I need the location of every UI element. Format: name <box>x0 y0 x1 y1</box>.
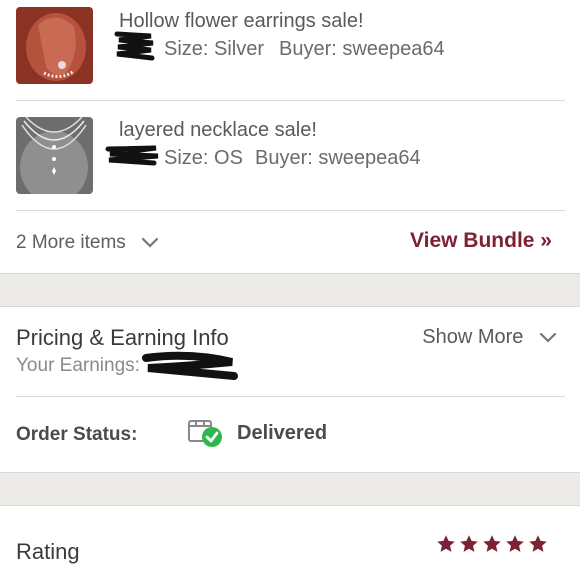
box-delivered-icon <box>188 420 222 447</box>
rating-label: Rating <box>16 539 80 564</box>
show-more-label: Show More <box>422 326 524 348</box>
redaction-mark <box>105 145 159 166</box>
item-title[interactable]: layered necklace sale! <box>119 119 317 142</box>
earnings-label: Your Earnings: <box>16 355 140 376</box>
item-size: Size: OS <box>164 147 243 169</box>
order-status-value: Delivered <box>237 422 328 444</box>
star-icon <box>437 535 455 552</box>
more-items-label: 2 More items <box>16 232 126 253</box>
chevron-down-icon <box>539 332 557 343</box>
redaction-mark <box>114 31 155 61</box>
star-icon <box>529 535 547 552</box>
item-title[interactable]: Hollow flower earrings sale! <box>119 10 364 33</box>
necklace-thumbnail[interactable] <box>16 117 93 194</box>
item-buyer[interactable]: Buyer: sweepea64 <box>279 38 445 61</box>
divider <box>16 100 565 101</box>
view-bundle-link[interactable]: View Bundle » <box>410 229 552 253</box>
earrings-photo <box>16 7 93 84</box>
star-icon <box>460 535 478 552</box>
more-items-toggle[interactable]: 2 More items <box>16 232 159 254</box>
necklace-photo <box>16 117 93 194</box>
section-separator <box>0 274 580 306</box>
chevron-down-icon <box>141 237 159 248</box>
redaction-mark <box>142 351 238 380</box>
divider <box>16 210 565 211</box>
pricing-title: Pricing & Earning Info <box>16 325 229 350</box>
item-buyer[interactable]: Buyer: sweepea64 <box>255 147 421 170</box>
earrings-thumbnail[interactable] <box>16 7 93 84</box>
divider <box>16 396 565 397</box>
divider <box>0 505 580 506</box>
star-icon <box>483 535 501 552</box>
star-icon <box>506 535 524 552</box>
divider <box>0 306 580 307</box>
order-status-label: Order Status: <box>16 424 138 445</box>
show-more-toggle[interactable]: Show More <box>422 326 557 349</box>
section-separator <box>0 473 580 505</box>
item-size: Size: Silver <box>164 38 265 60</box>
rating-stars <box>436 534 548 554</box>
